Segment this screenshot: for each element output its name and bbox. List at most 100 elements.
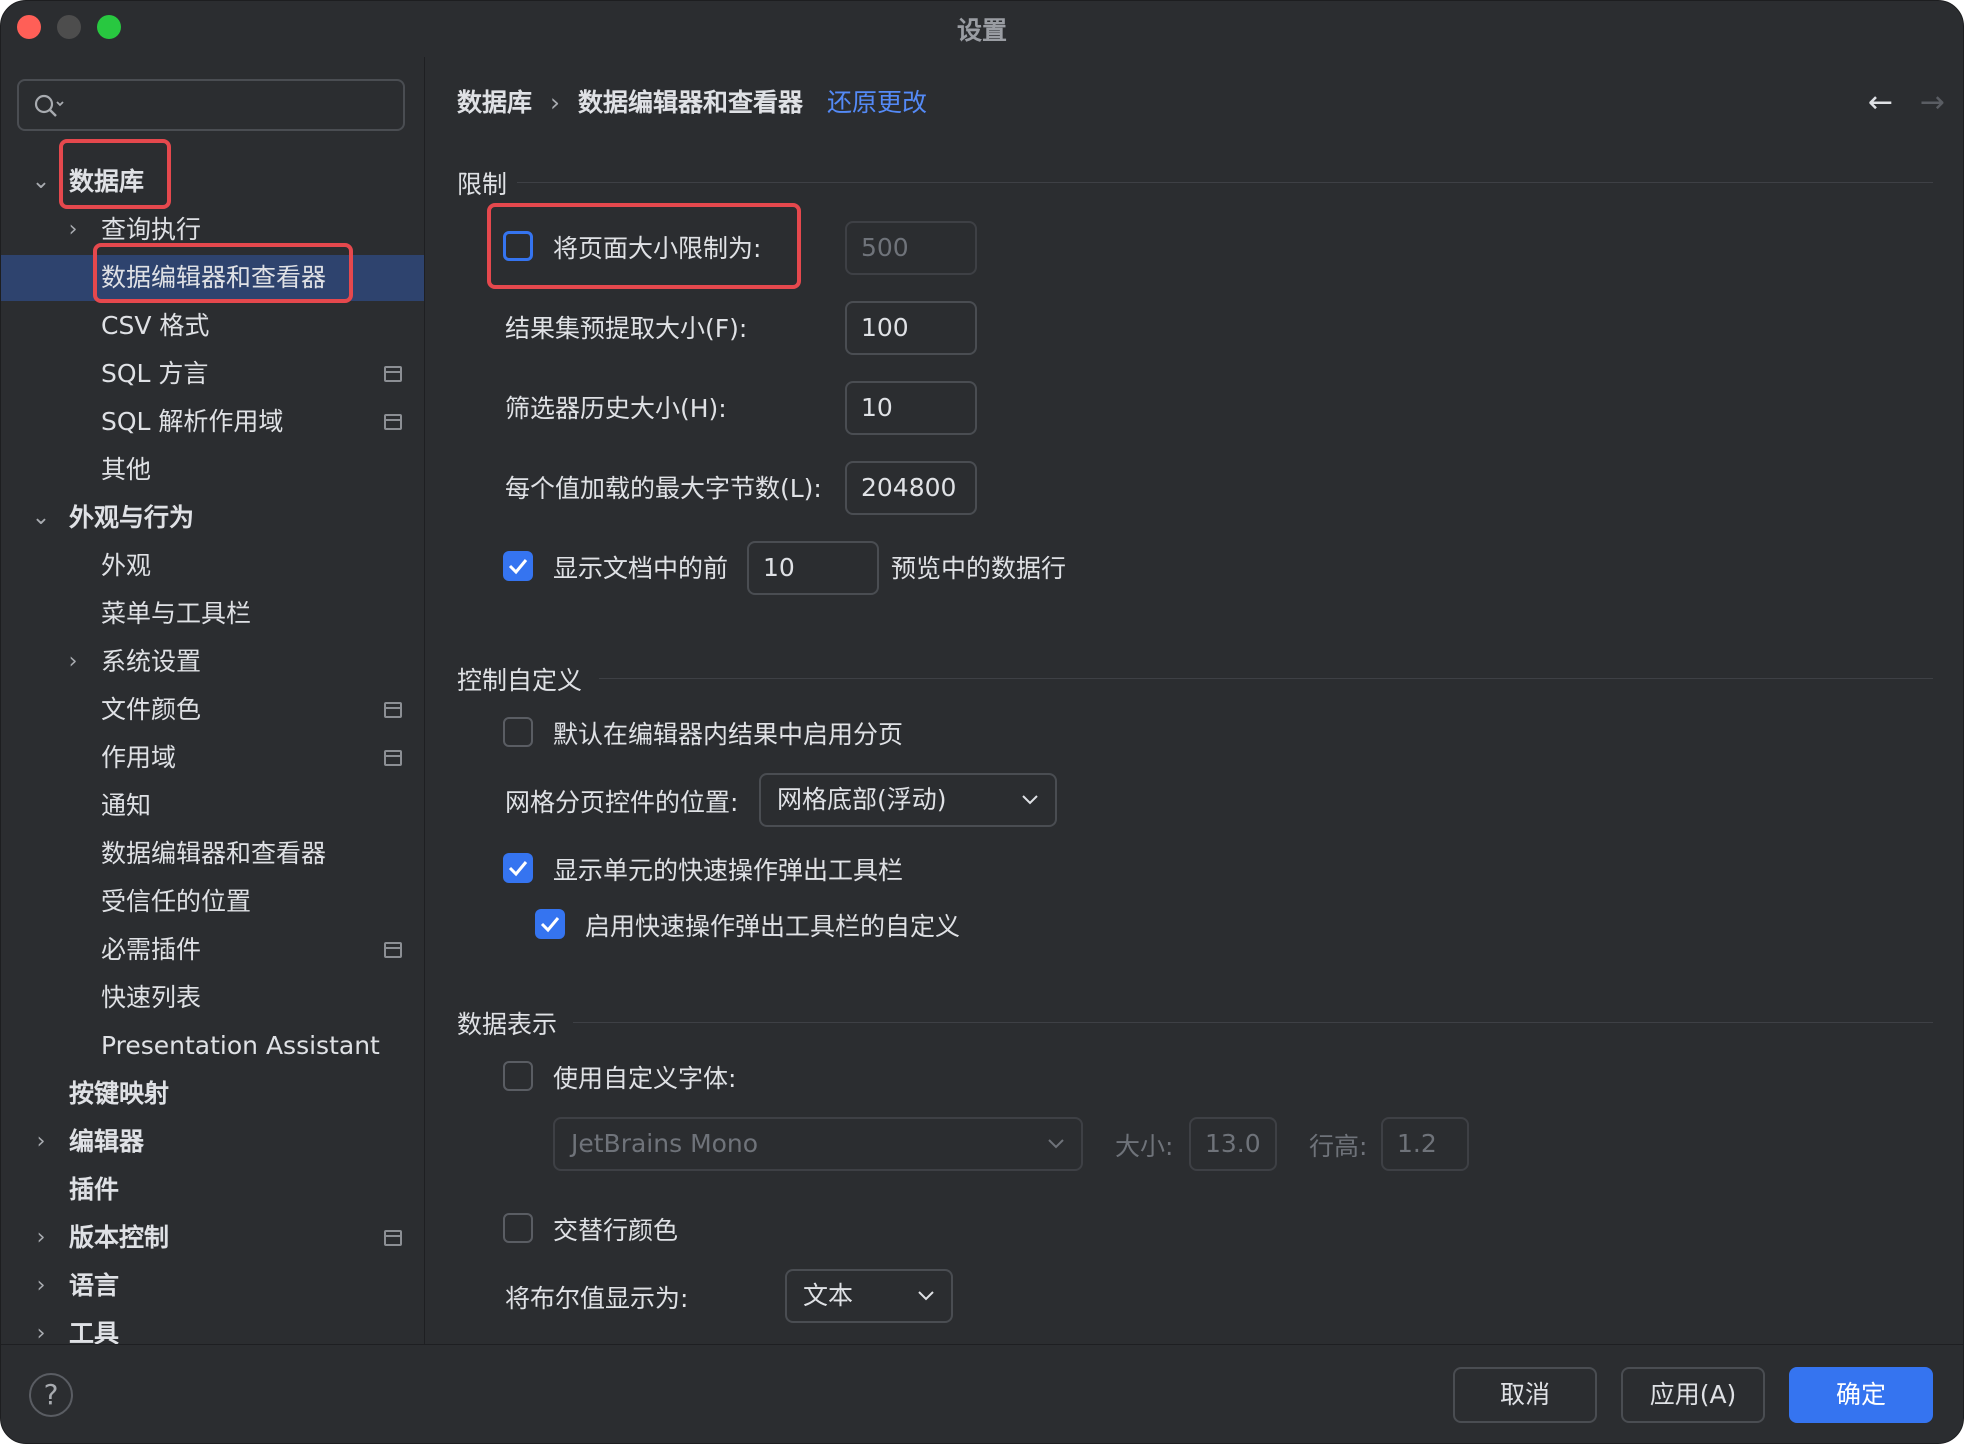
alternate-row-color-checkbox[interactable] [503,1213,533,1243]
checkmark-icon [508,559,528,575]
back-arrow-icon[interactable]: ← [1868,85,1893,120]
chevron-right-icon: › [36,1225,46,1250]
project-level-icon [384,414,402,430]
breadcrumb-separator: › [550,88,561,117]
chevron-down-icon: ⌄ [31,169,51,194]
sidebar-item-menus-toolbars[interactable]: 菜单与工具栏 [1,591,424,637]
show-rows-suffix-label: 预览中的数据行 [891,554,1067,583]
section-title-limits: 限制 [457,170,508,199]
enable-paging-label: 默认在编辑器内结果中启用分页 [553,720,904,749]
sidebar-item-required-plugins[interactable]: 必需插件 [1,927,424,973]
line-height-input[interactable]: 1.2 [1381,1117,1469,1171]
sidebar-item-version-control[interactable]: › 版本控制 [1,1215,424,1261]
search-input[interactable] [17,79,405,131]
chevron-down-icon [918,1291,934,1301]
chevron-right-icon: › [68,649,78,674]
search-icon [34,94,64,117]
sidebar-item-other[interactable]: 其他 [1,447,424,493]
highlight-box [93,243,353,303]
title-bar: 设置 [1,1,1963,57]
prefetch-size-label: 结果集预提取大小(F): [505,314,748,343]
cancel-button[interactable]: 取消 [1453,1367,1597,1423]
quick-toolbar-label: 显示单元的快速操作弹出工具栏 [553,856,904,885]
sidebar-item-plugins[interactable]: 插件 [1,1167,424,1213]
apply-button[interactable]: 应用(A) [1621,1367,1765,1423]
show-rows-checkbox[interactable] [503,551,533,581]
project-level-icon [384,750,402,766]
font-family-value: JetBrains Mono [571,1129,759,1158]
font-size-label: 大小: [1115,1132,1174,1161]
settings-window: 设置 ⌄ 数据库 › 查询执行 数据编辑器和查看器 CSV 格式 SQL 方言 [0,0,1964,1444]
sidebar-item-quick-lists[interactable]: 快速列表 [1,975,424,1021]
help-button[interactable]: ? [29,1373,73,1417]
section-title-data-display: 数据表示 [457,1010,558,1039]
project-level-icon [384,1230,402,1246]
chevron-down-icon [1048,1139,1064,1149]
page-size-input[interactable]: 500 [845,221,977,275]
filter-history-input[interactable]: 10 [845,381,977,435]
section-divider [599,678,1933,679]
sidebar-item-editor[interactable]: › 编辑器 [1,1119,424,1165]
breadcrumb: 数据库 › 数据编辑器和查看器 还原更改 [457,83,927,119]
quick-toolbar-custom-checkbox[interactable] [535,909,565,939]
chevron-right-icon: › [36,1273,46,1298]
custom-font-label: 使用自定义字体: [553,1064,737,1093]
alternate-row-color-label: 交替行颜色 [553,1216,679,1245]
sidebar-item-data-editor-viewer-2[interactable]: 数据编辑器和查看器 [1,831,424,877]
font-size-input[interactable]: 13.0 [1189,1117,1277,1171]
sidebar-item-scopes[interactable]: 作用域 [1,735,424,781]
project-level-icon [384,366,402,382]
filter-history-label: 筛选器历史大小(H): [505,394,727,423]
sidebar-item-languages[interactable]: › 语言 [1,1263,424,1309]
quick-toolbar-custom-label: 启用快速操作弹出工具栏的自定义 [585,912,961,941]
sidebar-item-trusted-locations[interactable]: 受信任的位置 [1,879,424,925]
section-divider [573,1022,1933,1023]
chevron-down-icon: ⌄ [31,505,51,530]
reset-changes-link[interactable]: 还原更改 [827,88,927,117]
sidebar-item-presentation-assistant[interactable]: Presentation Assistant [1,1023,424,1069]
chevron-down-icon [1022,795,1038,805]
sidebar-item-sql-dialects[interactable]: SQL 方言 [1,351,424,397]
prefetch-size-input[interactable]: 100 [845,301,977,355]
line-height-label: 行高: [1309,1132,1368,1161]
breadcrumb-current: 数据编辑器和查看器 [578,88,804,117]
breadcrumb-parent[interactable]: 数据库 [457,88,532,117]
page-size-limit-label: 将页面大小限制为: [553,234,762,263]
custom-font-checkbox[interactable] [503,1061,533,1091]
ok-button[interactable]: 确定 [1789,1367,1933,1423]
boolean-display-select[interactable]: 文本 [785,1269,953,1323]
sidebar-item-appearance[interactable]: 外观 [1,543,424,589]
sidebar-item-file-colors[interactable]: 文件颜色 [1,687,424,733]
boolean-display-value: 文本 [803,1281,854,1310]
settings-content: 数据库 › 数据编辑器和查看器 还原更改 ← → 限制 将页面大小限制为: 500 结… [425,57,1963,1344]
forward-arrow-icon[interactable]: → [1920,85,1945,120]
chevron-right-icon: › [36,1129,46,1154]
sidebar-item-appearance-behavior[interactable]: ⌄ 外观与行为 [1,495,424,541]
section-divider [517,182,1933,183]
project-level-icon [384,702,402,718]
show-rows-input[interactable]: 10 [747,541,879,595]
page-size-limit-checkbox[interactable] [503,231,533,261]
paging-position-select[interactable]: 网格底部(浮动) [759,773,1057,827]
settings-sidebar: ⌄ 数据库 › 查询执行 数据编辑器和查看器 CSV 格式 SQL 方言 SQL… [1,57,425,1348]
highlight-box [59,139,171,209]
show-rows-label: 显示文档中的前 [553,554,729,583]
sidebar-item-notifications[interactable]: 通知 [1,783,424,829]
quick-toolbar-checkbox[interactable] [503,853,533,883]
sidebar-item-csv-format[interactable]: CSV 格式 [1,303,424,349]
section-title-controls: 控制自定义 [457,666,583,695]
checkmark-icon [540,917,560,933]
max-bytes-input[interactable]: 204800 [845,461,977,515]
boolean-display-label: 将布尔值显示为: [505,1284,689,1313]
checkmark-icon [508,861,528,877]
project-level-icon [384,942,402,958]
max-bytes-label: 每个值加载的最大字节数(L): [505,474,822,503]
sidebar-item-sql-resolution-scopes[interactable]: SQL 解析作用域 [1,399,424,445]
dialog-footer: ? 取消 应用(A) 确定 [1,1344,1963,1443]
sidebar-item-system-settings[interactable]: › 系统设置 [1,639,424,685]
enable-paging-checkbox[interactable] [503,717,533,747]
sidebar-item-keymap[interactable]: 按键映射 [1,1071,424,1117]
paging-position-value: 网格底部(浮动) [777,785,947,814]
chevron-right-icon: › [68,217,78,242]
font-family-select[interactable]: JetBrains Mono [553,1117,1083,1171]
